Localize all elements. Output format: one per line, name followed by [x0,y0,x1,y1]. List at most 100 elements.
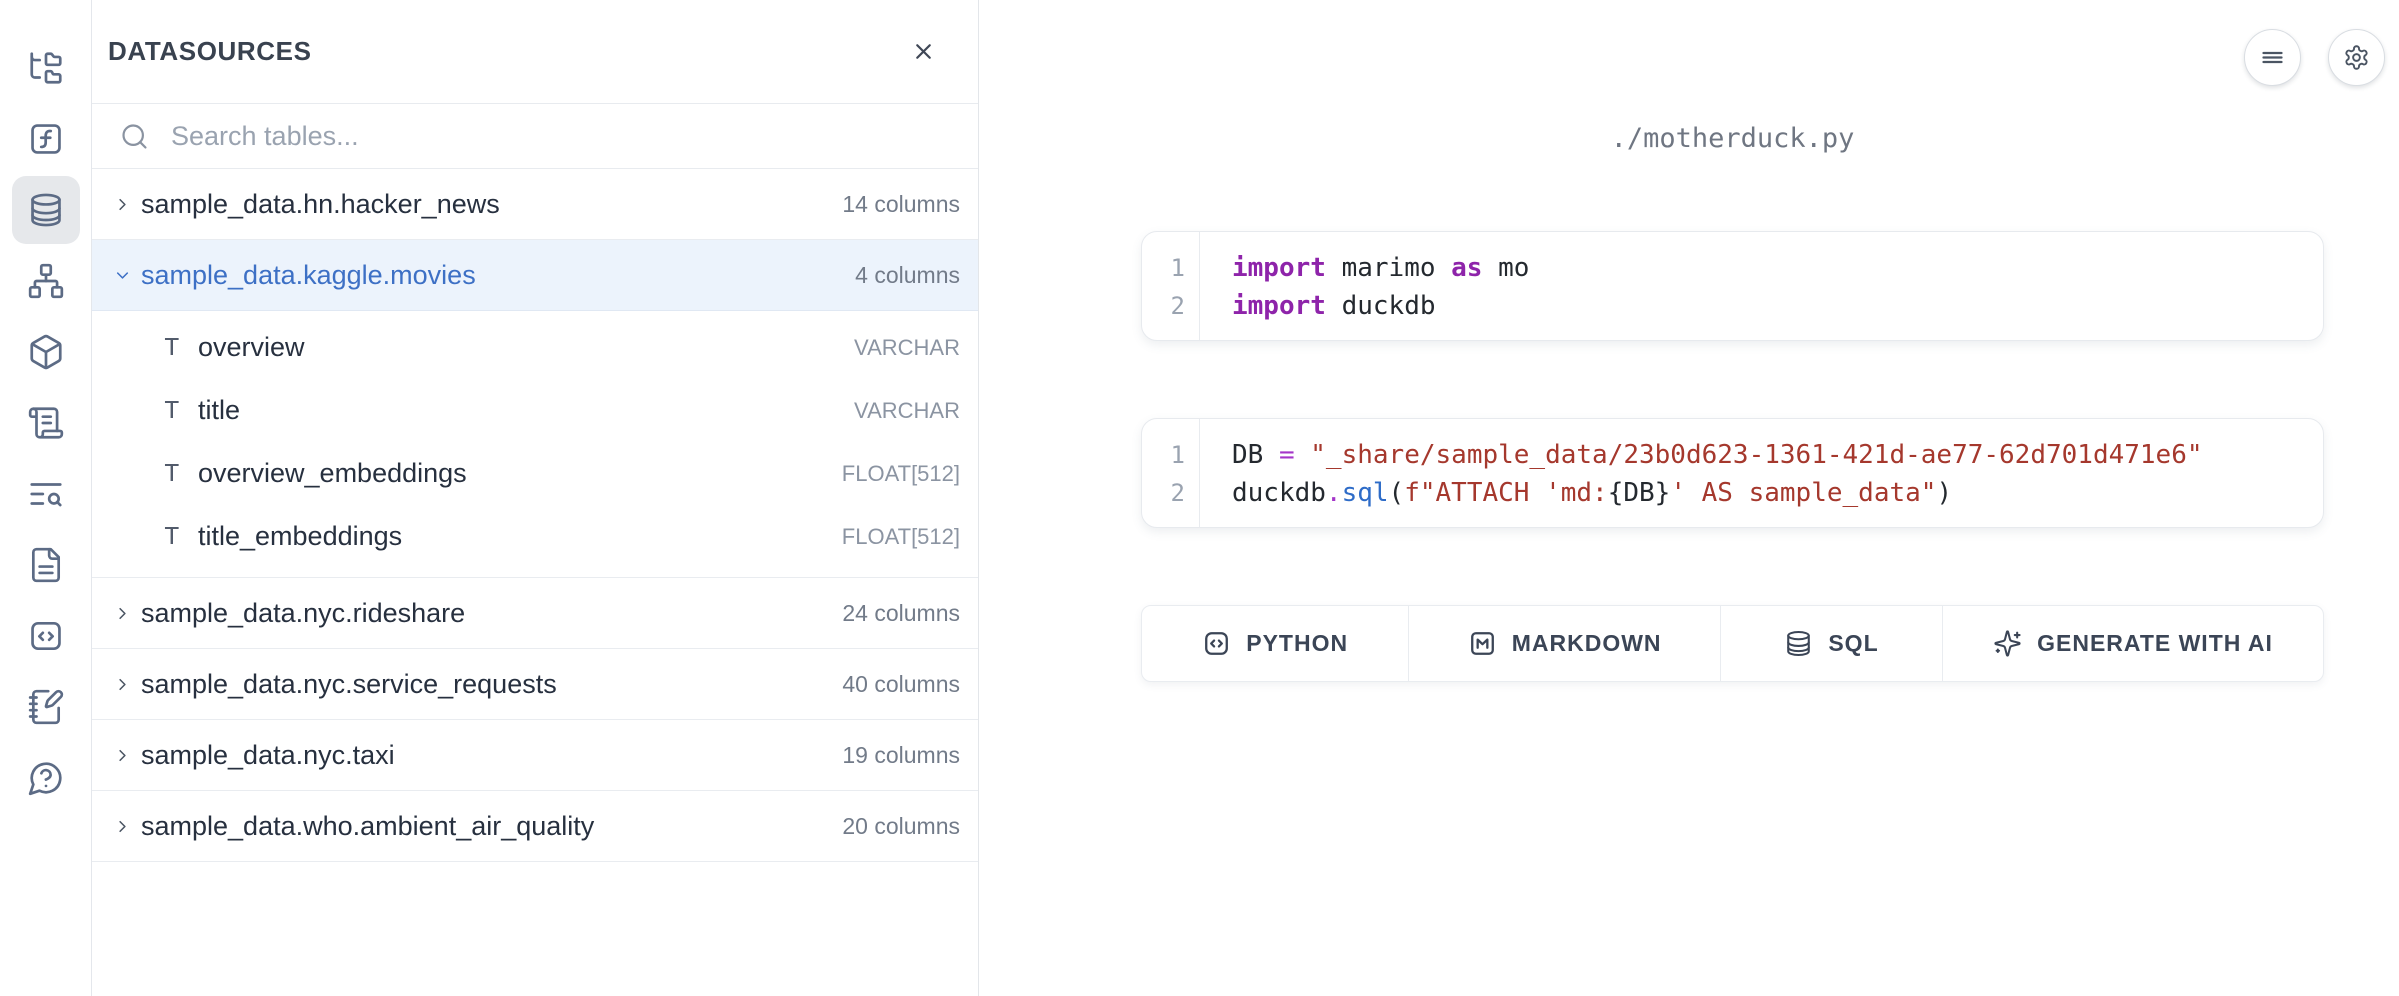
table-row[interactable]: sample_data.nyc.taxi 19 columns [92,720,978,791]
code-line: DB = "_share/sample_data/23b0d623-1361-4… [1232,436,2299,474]
add-cell-markdown-button[interactable]: MARKDOWN [1409,606,1721,681]
table-name: sample_data.nyc.taxi [141,740,395,771]
sparkles-icon [1993,629,2022,658]
settings-button[interactable] [2328,29,2385,86]
table-column-count: 19 columns [842,742,960,769]
add-cell-button-label: GENERATE WITH AI [2037,630,2273,657]
table-name: sample_data.kaggle.movies [141,260,476,291]
table-name: sample_data.nyc.service_requests [141,669,557,700]
column-type: FLOAT[512] [842,461,960,487]
table-column-count: 40 columns [842,671,960,698]
code-token: as [1451,253,1482,283]
line-number-gutter: 12 [1142,419,1200,527]
column-name: overview_embeddings [198,458,467,489]
code-editor[interactable]: DB = "_share/sample_data/23b0d623-1361-4… [1200,419,2323,527]
table-name: sample_data.hn.hacker_news [141,189,500,220]
add-cell-button-label: MARKDOWN [1512,630,1662,657]
add-cell-python-button[interactable]: PYTHON [1142,606,1409,681]
chevron-right-icon [113,817,132,836]
code-line: import duckdb [1232,287,2299,325]
code-token: f"ATTACH 'md: [1404,478,1608,508]
markdown-box-icon [1468,629,1497,658]
column-row[interactable]: Toverview_embeddings FLOAT[512] [92,442,978,505]
code-cell: 12import marimo as moimport duckdb [1141,231,2324,341]
column-type-icon: T [164,396,191,426]
add-cell-button-label: SQL [1828,630,1878,657]
datasources-panel: DATASOURCES sample_data.hn.hacker_news 14… [92,0,979,996]
tables-list: sample_data.hn.hacker_news14 columnssamp… [92,169,978,996]
code-token: duckdb [1232,478,1326,508]
code-token [1295,440,1311,470]
chevron-right-icon [113,746,132,765]
table-row[interactable]: sample_data.hn.hacker_news 14 columns [92,169,978,240]
column-type-icon: T [164,459,191,489]
line-number-gutter: 12 [1142,232,1200,340]
database-icon [27,191,65,229]
column-name: title_embeddings [198,521,402,552]
column-type: VARCHAR [854,335,960,361]
gear-icon [2343,44,2370,71]
column-name: title [198,395,240,426]
close-panel-button[interactable] [900,29,946,75]
code-token: {DB} [1608,478,1671,508]
file-tree-icon [27,49,65,87]
notebook-main: ./motherduck.py 12import marimo as moimp… [980,0,2399,996]
code-line: duckdb.sql(f"ATTACH 'md:{DB}' AS sample_… [1232,474,2299,512]
chevron-right-icon [113,604,132,623]
line-number: 1 [1142,436,1185,474]
column-type: VARCHAR [854,398,960,424]
table-row[interactable]: sample_data.nyc.rideshare24 columns [92,578,978,649]
chevron-down-icon [113,266,132,285]
column-row[interactable]: Ttitle_embeddingsFLOAT[512] [92,505,978,568]
column-row[interactable]: Ttitle VARCHAR [92,379,978,442]
panel-header: DATASOURCES [92,0,978,104]
sidebar-item-dependencies[interactable] [12,247,80,315]
add-cell-sql-button[interactable]: SQL [1721,606,1943,681]
sidebar-item-scratchpad[interactable] [12,673,80,741]
snippets-icon [27,617,65,655]
column-name: overview [198,332,305,363]
code-token: "_share/sample_data/23b0d623-1361-421d-a… [1310,440,2202,470]
code-token: ' AS sample_data" [1670,478,1936,508]
table-column-count: 24 columns [842,600,960,627]
code-editor[interactable]: import marimo as moimport duckdb [1200,232,2323,340]
help-icon [27,759,65,797]
notebook-content: ./motherduck.py 12import marimo as moimp… [1141,0,2324,682]
code-line: import marimo as mo [1232,249,2299,287]
sidebar-item-snippets[interactable] [12,602,80,670]
search-icon [119,121,150,152]
table-column-count: 14 columns [842,191,960,218]
code-token: DB [1232,440,1279,470]
table-row[interactable]: sample_data.kaggle.movies 4 columns [92,240,978,311]
column-type-icon: T [164,333,191,363]
add-cell-generate-ai-button[interactable]: GENERATE WITH AI [1943,606,2323,681]
sidebar-item-tracebacks[interactable] [12,460,80,528]
sidebar-item-packages[interactable] [12,318,80,386]
sidebar-item-logs[interactable] [12,389,80,457]
chevron-right-icon [113,195,132,214]
sidebar-item-documentation[interactable] [12,531,80,599]
line-number: 2 [1142,287,1185,325]
icon-rail [0,0,92,996]
logs-icon [27,404,65,442]
sidebar-item-help[interactable] [12,744,80,812]
document-icon [27,546,65,584]
scratchpad-icon [27,688,65,726]
sidebar-item-file-explorer[interactable] [12,34,80,102]
code-token: mo [1482,253,1529,283]
table-row[interactable]: sample_data.nyc.service_requests 40 colum… [92,649,978,720]
table-column-count: 4 columns [855,262,960,289]
code-cell: 12 DB = "_share/sample_data/23b0d623-1361… [1141,418,2324,528]
code-box-icon [1202,629,1231,658]
cells-container: 12import marimo as moimport duckdb12DB =… [1141,231,2324,528]
sidebar-item-variables[interactable] [12,105,80,173]
function-icon [27,120,65,158]
code-token: ( [1389,478,1405,508]
sidebar-item-datasources[interactable] [12,176,80,244]
column-row[interactable]: Toverview VARCHAR [92,316,978,379]
search-input[interactable] [169,120,962,153]
table-row[interactable]: sample_data.who.ambient_air_quality20 co… [92,791,978,862]
line-number: 2 [1142,474,1185,512]
column-type: FLOAT[512] [842,524,960,550]
notebook-filename[interactable]: ./motherduck.py [1141,124,2324,154]
